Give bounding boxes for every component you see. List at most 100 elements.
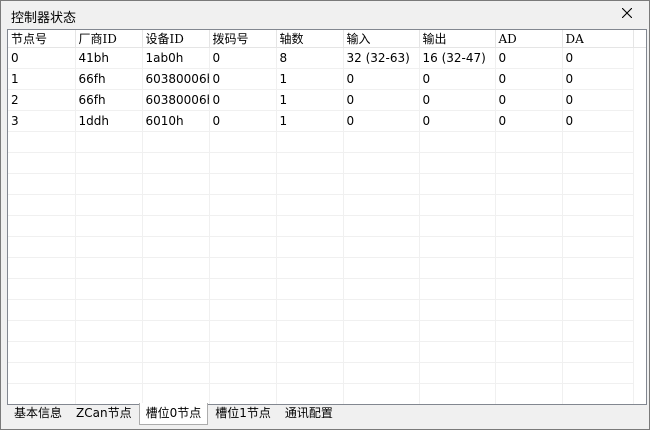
table-cell[interactable]	[75, 383, 143, 404]
table-cell[interactable]	[142, 236, 210, 258]
table-cell[interactable]	[209, 278, 277, 300]
table-row[interactable]: 2 66fh 60380006h 0 1 0 0 0 0	[8, 89, 634, 111]
table-cell[interactable]: 0	[495, 89, 563, 111]
tab-1[interactable]: ZCan节点	[69, 403, 139, 424]
table-cell[interactable]	[142, 341, 210, 363]
table-row[interactable]: 3 1ddh 6010h 0 1 0 0 0 0	[8, 110, 634, 132]
empty-row[interactable]	[8, 278, 634, 300]
table-cell[interactable]	[8, 278, 76, 300]
table-cell[interactable]	[562, 362, 634, 384]
table-cell[interactable]	[495, 320, 563, 342]
col-header-device-id[interactable]: 设备ID	[142, 30, 210, 48]
table-cell[interactable]	[209, 299, 277, 321]
table-cell[interactable]	[276, 173, 344, 195]
table-cell[interactable]	[75, 173, 143, 195]
table-cell[interactable]: 0	[562, 68, 634, 90]
table-cell[interactable]	[419, 299, 496, 321]
table-cell[interactable]: 6010h	[142, 110, 210, 132]
table-cell[interactable]	[142, 215, 210, 237]
table-cell[interactable]	[419, 236, 496, 258]
node-grid[interactable]: 节点号 厂商ID 设备ID 拨码号 轴数 输入 输出 AD DA 0 41bh 1a…	[7, 29, 647, 405]
table-cell[interactable]	[419, 215, 496, 237]
table-cell[interactable]	[276, 257, 344, 279]
table-cell[interactable]: 8	[276, 47, 344, 69]
table-cell[interactable]	[276, 383, 344, 404]
table-cell[interactable]	[343, 215, 420, 237]
tab-0[interactable]: 基本信息	[7, 403, 69, 424]
table-cell[interactable]	[419, 278, 496, 300]
table-cell[interactable]	[142, 299, 210, 321]
table-cell[interactable]	[562, 215, 634, 237]
table-cell[interactable]	[209, 257, 277, 279]
col-header-da[interactable]: DA	[562, 30, 634, 48]
table-cell[interactable]	[8, 320, 76, 342]
table-cell[interactable]	[209, 131, 277, 153]
table-cell[interactable]: 0	[495, 47, 563, 69]
table-cell[interactable]	[8, 194, 76, 216]
table-cell[interactable]	[495, 236, 563, 258]
table-cell[interactable]: 3	[8, 110, 76, 132]
empty-row[interactable]	[8, 320, 634, 342]
table-cell[interactable]	[495, 131, 563, 153]
table-cell[interactable]	[8, 236, 76, 258]
table-cell[interactable]: 1ddh	[75, 110, 143, 132]
table-cell[interactable]	[495, 194, 563, 216]
table-cell[interactable]	[495, 215, 563, 237]
table-cell[interactable]	[562, 320, 634, 342]
empty-row[interactable]	[8, 362, 634, 384]
table-cell[interactable]	[562, 299, 634, 321]
table-row[interactable]: 0 41bh 1ab0h 0 8 32 (32-63) 16 (32-47) 0 0	[8, 47, 634, 69]
table-cell[interactable]	[276, 236, 344, 258]
table-cell[interactable]	[562, 341, 634, 363]
table-cell[interactable]	[8, 362, 76, 384]
table-cell[interactable]: 0	[562, 47, 634, 69]
table-cell[interactable]	[495, 341, 563, 363]
table-cell[interactable]: 0	[209, 47, 277, 69]
empty-row[interactable]	[8, 383, 634, 404]
table-cell[interactable]	[8, 215, 76, 237]
table-cell[interactable]	[495, 278, 563, 300]
table-cell[interactable]	[343, 257, 420, 279]
table-cell[interactable]: 0	[419, 110, 496, 132]
table-cell[interactable]	[419, 173, 496, 195]
table-cell[interactable]	[343, 131, 420, 153]
table-cell[interactable]	[419, 341, 496, 363]
table-cell[interactable]	[495, 383, 563, 404]
table-cell[interactable]: 0	[343, 89, 420, 111]
table-cell[interactable]	[343, 236, 420, 258]
table-cell[interactable]	[495, 299, 563, 321]
table-cell[interactable]	[8, 299, 76, 321]
table-cell[interactable]	[276, 131, 344, 153]
table-cell[interactable]: 0	[419, 68, 496, 90]
table-cell[interactable]	[75, 215, 143, 237]
table-cell[interactable]	[562, 131, 634, 153]
empty-row[interactable]	[8, 152, 634, 174]
table-cell[interactable]	[75, 299, 143, 321]
table-cell[interactable]: 0	[343, 68, 420, 90]
table-cell[interactable]	[419, 194, 496, 216]
table-cell[interactable]	[562, 152, 634, 174]
table-cell[interactable]	[142, 320, 210, 342]
table-cell[interactable]: 0	[419, 89, 496, 111]
table-cell[interactable]	[75, 257, 143, 279]
table-cell[interactable]	[209, 320, 277, 342]
table-cell[interactable]	[8, 383, 76, 404]
empty-row[interactable]	[8, 173, 634, 195]
close-button[interactable]	[605, 1, 649, 25]
table-cell[interactable]	[276, 278, 344, 300]
tab-2[interactable]: 槽位0节点	[138, 403, 209, 425]
table-cell[interactable]	[419, 152, 496, 174]
table-cell[interactable]	[562, 173, 634, 195]
table-cell[interactable]	[8, 341, 76, 363]
col-header-node[interactable]: 节点号	[8, 30, 76, 48]
table-cell[interactable]: 66fh	[75, 89, 143, 111]
table-cell[interactable]	[276, 152, 344, 174]
empty-row[interactable]	[8, 194, 634, 216]
table-cell[interactable]	[209, 362, 277, 384]
table-cell[interactable]: 1	[276, 89, 344, 111]
table-cell[interactable]	[142, 131, 210, 153]
table-cell[interactable]	[419, 320, 496, 342]
table-cell[interactable]	[343, 194, 420, 216]
col-header-vendor-id[interactable]: 厂商ID	[75, 30, 143, 48]
table-row[interactable]: 1 66fh 60380006h 0 1 0 0 0 0	[8, 68, 634, 90]
